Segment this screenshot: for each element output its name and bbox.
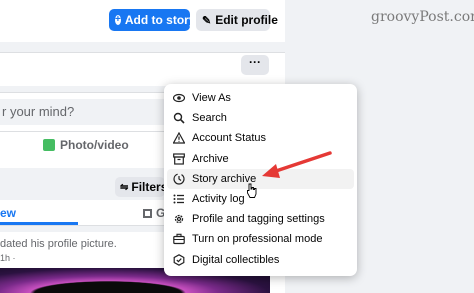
menu-item-activity-log[interactable]: Activity log — [164, 189, 357, 209]
edit-profile-label: Edit profile — [215, 13, 278, 27]
archive-icon — [173, 153, 185, 165]
add-to-story-label: Add to story — [124, 13, 196, 27]
photo-video-button[interactable]: Photo/video — [43, 138, 129, 152]
post-date[interactable]: 1h · — [0, 253, 16, 263]
menu-item-label: Digital collectibles — [192, 253, 280, 266]
active-tab-indicator — [0, 222, 78, 225]
gear-icon — [173, 213, 185, 225]
pencil-icon: ✎ — [202, 14, 212, 27]
ellipsis-icon: ··· — [249, 55, 261, 69]
menu-item-digital-collectibles[interactable]: Digital collectibles — [164, 250, 357, 270]
briefcase-icon — [173, 233, 185, 245]
pointer-cursor-icon — [247, 183, 257, 198]
photo-video-label: Photo/video — [60, 138, 129, 152]
search-icon — [173, 112, 185, 124]
post-text: dated his profile picture. — [0, 238, 117, 250]
menu-item-label: Search — [192, 112, 227, 125]
menu-item-story-archive[interactable]: Story archive — [167, 168, 354, 189]
story-clock-icon — [173, 173, 185, 185]
menu-item-label: Archive — [192, 152, 229, 165]
menu-item-search[interactable]: Search — [164, 108, 357, 128]
menu-item-professional-mode[interactable]: Turn on professional mode — [164, 229, 357, 249]
filters-label: Filters — [131, 180, 168, 194]
watermark: groovyPost.com — [371, 9, 474, 25]
add-to-story-button[interactable]: + Add to story — [109, 9, 196, 31]
more-options-menu: View As Search Account Status Archive St… — [164, 84, 357, 276]
menu-item-label: Account Status — [192, 132, 266, 145]
photo-icon — [43, 139, 55, 151]
filters-button[interactable]: ⇋ Filters — [115, 177, 168, 197]
filters-icon: ⇋ — [120, 181, 129, 193]
menu-item-archive[interactable]: Archive — [164, 149, 357, 169]
edit-profile-button[interactable]: ✎ Edit profile — [196, 9, 278, 31]
plus-icon: + — [115, 14, 121, 25]
warning-icon — [173, 132, 185, 145]
tab-list-view[interactable]: ew — [0, 206, 16, 220]
menu-item-label: View As — [192, 92, 231, 105]
badge-icon — [173, 253, 185, 266]
menu-item-label: Turn on professional mode — [192, 233, 323, 246]
menu-item-profile-tagging-settings[interactable]: Profile and tagging settings — [164, 209, 357, 229]
more-options-button[interactable]: ··· — [241, 55, 269, 75]
list-icon — [173, 193, 185, 205]
menu-item-label: Profile and tagging settings — [192, 213, 325, 226]
menu-item-account-status[interactable]: Account Status — [164, 128, 357, 148]
grid-icon — [143, 208, 152, 218]
menu-item-label: Activity log — [192, 193, 245, 206]
menu-item-view-as[interactable]: View As — [164, 88, 357, 108]
eye-icon — [173, 92, 185, 104]
